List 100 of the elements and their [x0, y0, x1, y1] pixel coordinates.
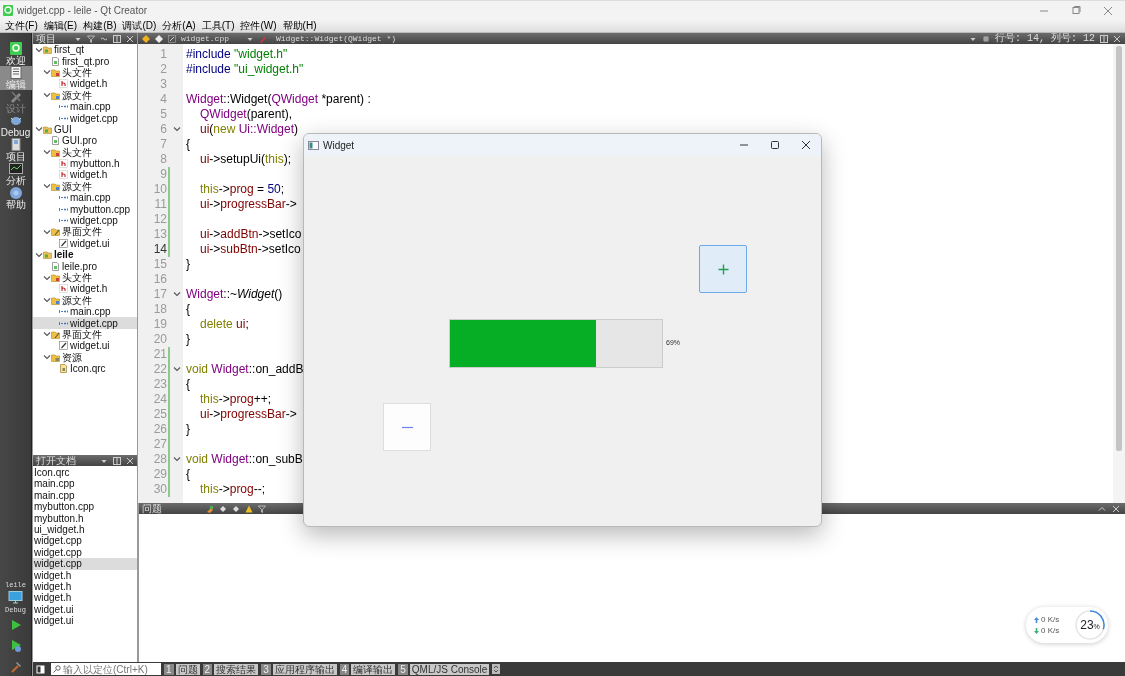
- tree-item[interactable]: main.cpp: [33, 306, 137, 318]
- split-icon[interactable]: [1100, 34, 1108, 43]
- edit-icon: [8, 66, 23, 80]
- document-item[interactable]: mybutton.cpp: [33, 501, 137, 513]
- document-item[interactable]: widget.h: [33, 581, 137, 593]
- document-item[interactable]: ui_widget.h: [33, 524, 137, 536]
- mode-button[interactable]: 分析: [0, 162, 32, 186]
- document-item[interactable]: widget.ui: [33, 615, 137, 627]
- chevron-down-icon[interactable]: [43, 353, 51, 362]
- chevron-down-icon[interactable]: [43, 91, 51, 100]
- filter-icon[interactable]: [258, 504, 266, 513]
- tree-item[interactable]: 源文件: [33, 89, 137, 101]
- tree-item[interactable]: 源文件: [33, 180, 137, 193]
- chevron-down-icon[interactable]: [43, 296, 51, 305]
- chevron-down-icon[interactable]: [35, 250, 43, 259]
- chevron-down-icon[interactable]: [43, 148, 51, 157]
- line-number: 29: [152, 466, 167, 482]
- tree-item[interactable]: 头文件: [33, 66, 137, 79]
- collapse-icon[interactable]: [1098, 504, 1106, 513]
- warning-icon[interactable]: [245, 504, 253, 513]
- tree-item[interactable]: widget.ui: [33, 237, 137, 250]
- maximize-icon[interactable]: [770, 140, 780, 150]
- debug-run-icon[interactable]: [9, 639, 22, 653]
- document-item[interactable]: mybutton.h: [33, 512, 137, 525]
- scroll-thumb[interactable]: [1116, 46, 1122, 451]
- scroll-bar[interactable]: [1113, 44, 1125, 503]
- chevron-down-icon[interactable]: [35, 45, 43, 54]
- tree-item[interactable]: leile.pro: [33, 260, 137, 272]
- tree-item[interactable]: widget.cpp: [33, 317, 137, 329]
- menu-item[interactable]: 编辑(E): [42, 20, 79, 32]
- tree-item[interactable]: mybutton.h: [33, 157, 137, 170]
- tree-item[interactable]: 界面文件: [33, 226, 137, 238]
- run-icon[interactable]: [9, 619, 22, 631]
- chevron-down-icon[interactable]: [43, 182, 51, 191]
- tree-item[interactable]: leile: [33, 249, 137, 261]
- document-item[interactable]: widget.h: [33, 592, 137, 604]
- tree-item[interactable]: first_qt.pro: [33, 55, 137, 67]
- tree-item[interactable]: main.cpp: [33, 100, 137, 113]
- fold-icon[interactable]: [172, 125, 181, 133]
- tree-item[interactable]: mybutton.cpp: [33, 203, 137, 215]
- tree-item[interactable]: GUI: [33, 123, 137, 136]
- menu-item[interactable]: 控件(W): [239, 20, 278, 32]
- close-icon[interactable]: [801, 140, 811, 150]
- menu-item[interactable]: 分析(A): [161, 20, 197, 32]
- tree-item[interactable]: widget.h: [33, 169, 137, 181]
- fold-icon[interactable]: [172, 290, 181, 298]
- menu-item[interactable]: 构建(B): [82, 20, 118, 32]
- mode-button[interactable]: 项目: [0, 138, 32, 162]
- document-item[interactable]: widget.cpp: [33, 546, 137, 559]
- line-number: 9: [159, 166, 167, 182]
- document-item[interactable]: widget.h: [33, 569, 137, 582]
- split-icon[interactable]: [113, 34, 121, 43]
- menu-item[interactable]: 帮助(H): [281, 20, 318, 32]
- tree-item[interactable]: 界面文件: [33, 328, 137, 341]
- mode-button[interactable]: 帮助: [0, 186, 32, 210]
- tree-item[interactable]: Icon.qrc: [33, 362, 137, 375]
- tree-item[interactable]: GUI.pro: [33, 135, 137, 147]
- hash-icon[interactable]: [982, 34, 990, 43]
- document-item[interactable]: Icon.qrc: [33, 467, 137, 479]
- monitor-icon[interactable]: [7, 591, 24, 604]
- menu-item[interactable]: 调试(D): [121, 20, 158, 32]
- locator-field[interactable]: 输入以定位(Ctrl+K): [51, 663, 161, 675]
- tree-item[interactable]: 源文件: [33, 294, 137, 306]
- chevron-down-icon[interactable]: [43, 227, 51, 236]
- hammer-icon[interactable]: [9, 661, 22, 673]
- document-item[interactable]: main.cpp: [33, 489, 137, 502]
- chevron-down-icon[interactable]: [43, 330, 51, 339]
- split-icon[interactable]: [113, 456, 121, 465]
- code-line: void Widget::on_subB: [186, 451, 303, 467]
- code-line: delete ui;: [199, 316, 249, 332]
- chevron-down-icon[interactable]: [43, 273, 51, 282]
- mode-button[interactable]: Debug: [0, 114, 32, 138]
- menu-item[interactable]: 工具(T): [200, 20, 236, 32]
- tree-item[interactable]: main.cpp: [33, 192, 137, 204]
- chevron-down-icon[interactable]: [43, 68, 51, 77]
- code-line: this->prog = 50;: [199, 181, 285, 197]
- tree-item[interactable]: 头文件: [33, 271, 137, 284]
- fold-icon[interactable]: [172, 455, 181, 463]
- document-item[interactable]: widget.ui: [33, 603, 137, 616]
- document-item[interactable]: widget.cpp: [33, 535, 137, 547]
- fold-icon[interactable]: [172, 365, 181, 373]
- menu-item[interactable]: 文件(F): [4, 20, 39, 32]
- sidebar-toggle-icon[interactable]: [36, 664, 45, 674]
- tree-item[interactable]: widget.cpp: [33, 112, 137, 124]
- tree-item[interactable]: widget.ui: [33, 340, 137, 352]
- file-selector[interactable]: widget.cpp: [181, 34, 241, 43]
- tree-item[interactable]: 头文件: [33, 146, 137, 158]
- clear-icon[interactable]: [206, 504, 214, 513]
- filter-icon[interactable]: [87, 34, 95, 43]
- tree-item[interactable]: first_qt: [33, 44, 137, 56]
- tree-item[interactable]: widget.h: [33, 283, 137, 295]
- tree-item[interactable]: 资源: [33, 351, 137, 363]
- tree-item[interactable]: widget.cpp: [33, 214, 137, 227]
- symbol-selector[interactable]: Widget::Widget(QWidget *): [276, 34, 397, 43]
- mode-button[interactable]: 欢迎: [0, 42, 32, 66]
- chevron-down-icon[interactable]: [35, 125, 43, 134]
- document-item[interactable]: main.cpp: [33, 478, 137, 490]
- more-tabs-icon[interactable]: [492, 664, 501, 674]
- document-item[interactable]: widget.cpp: [33, 558, 137, 570]
- tree-item[interactable]: widget.h: [33, 78, 137, 90]
